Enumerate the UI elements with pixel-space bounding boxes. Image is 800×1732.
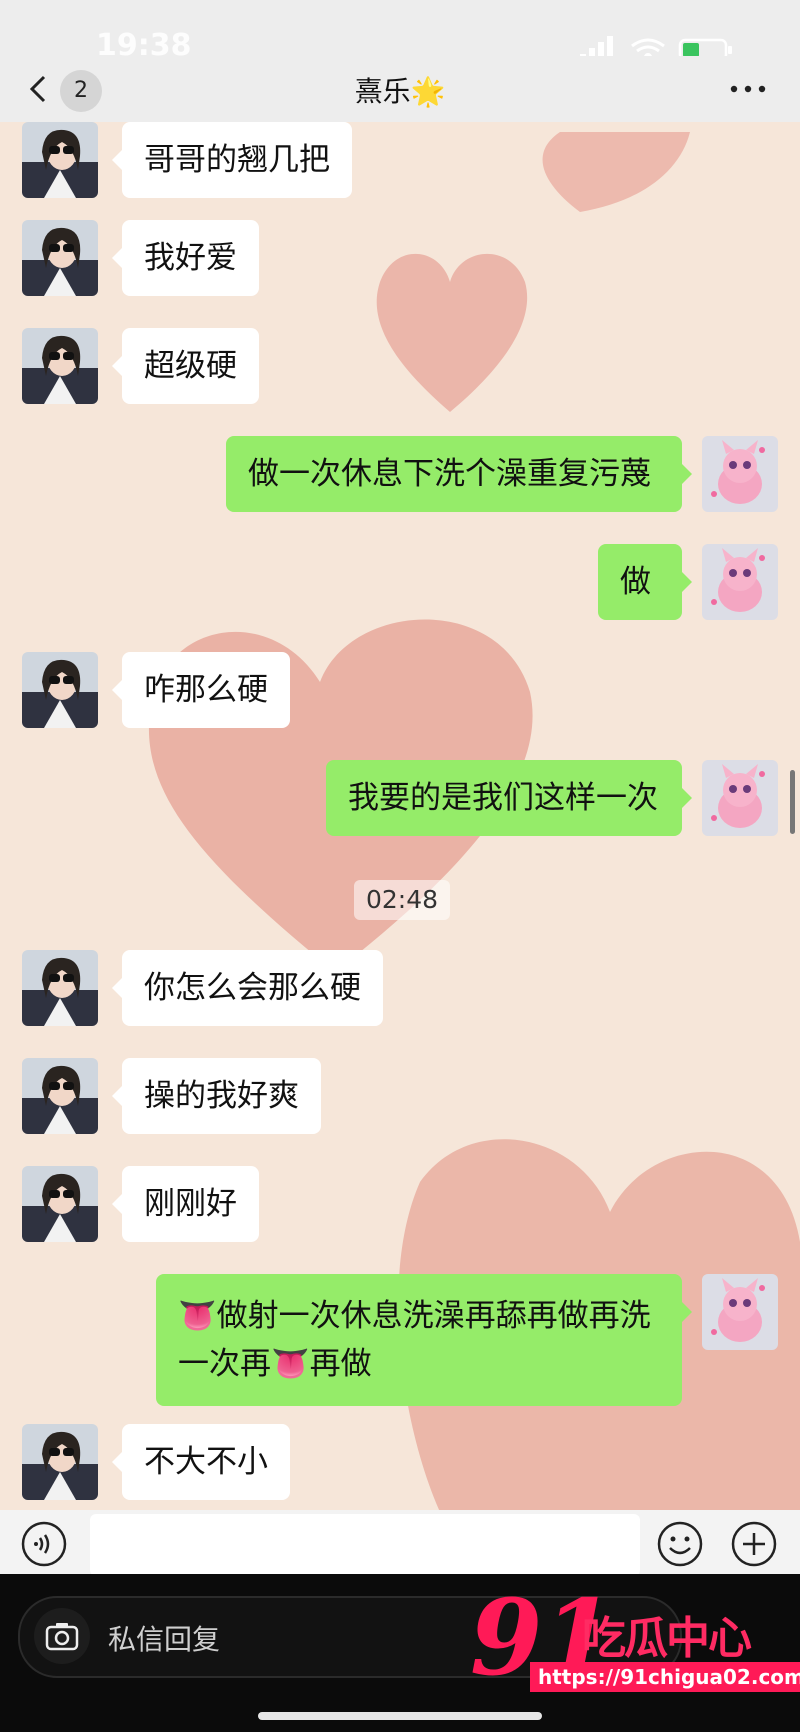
contact-avatar[interactable]: [22, 1424, 98, 1500]
background-heart-decoration: [542, 132, 690, 212]
sent-message-bubble[interactable]: 我要的是我们这样一次: [326, 760, 692, 836]
logo-url: https://91chigua02.com: [530, 1662, 800, 1692]
sent-message-bubble[interactable]: 做: [598, 544, 692, 620]
reply-placeholder: 私信回复: [108, 1623, 221, 1656]
received-message-bubble[interactable]: 超级硬: [112, 328, 259, 404]
received-message-bubble[interactable]: 你怎么会那么硬: [112, 950, 383, 1026]
message-input[interactable]: [90, 1514, 640, 1576]
voice-icon[interactable]: [20, 1520, 68, 1568]
more-icon[interactable]: [728, 74, 768, 104]
status-bar: 19:38: [0, 0, 800, 63]
my-avatar[interactable]: [702, 436, 778, 512]
sent-message-bubble[interactable]: 👅做射一次休息洗澡再舔再做再洗 一次再👅再做: [156, 1274, 692, 1406]
contact-avatar[interactable]: [22, 122, 98, 198]
logo-text: 吃瓜中心: [582, 1613, 752, 1664]
my-avatar[interactable]: [702, 760, 778, 836]
sent-message-bubble[interactable]: 做一次休息下洗个澡重复污蔑: [226, 436, 692, 512]
chat-header: 2 熹乐🌟: [0, 56, 800, 122]
received-message-bubble[interactable]: 刚刚好: [112, 1166, 259, 1242]
timestamp-separator: 02:48: [354, 880, 451, 920]
received-message-bubble[interactable]: 哥哥的翘几把: [112, 122, 352, 198]
bottom-overlay: 私信回复 91 吃瓜中心 https://91chigua02.com: [0, 1574, 800, 1732]
my-avatar[interactable]: [702, 544, 778, 620]
contact-avatar[interactable]: [22, 1058, 98, 1134]
background-heart-decoration: [376, 253, 528, 412]
plus-icon[interactable]: [730, 1520, 778, 1568]
chat-title: 熹乐🌟: [354, 75, 446, 108]
contact-avatar[interactable]: [22, 652, 98, 728]
received-message-bubble[interactable]: 我好爱: [112, 220, 259, 296]
contact-avatar[interactable]: [22, 328, 98, 404]
message-line: 👅做射一次休息洗澡再舔再做再洗: [178, 1298, 651, 1334]
input-toolbar: [0, 1510, 800, 1576]
emoji-icon[interactable]: [656, 1520, 704, 1568]
contact-avatar[interactable]: [22, 1166, 98, 1242]
chat-area[interactable]: 哥哥的翘几把 我好爱超级硬做一次休息下洗个澡重复污蔑做咋那么硬 我要的是我们这样一次…: [0, 122, 800, 1510]
received-message-bubble[interactable]: 不大不小: [112, 1424, 290, 1500]
camera-button[interactable]: [34, 1608, 90, 1664]
message-line: 一次再👅再做: [178, 1346, 372, 1382]
scrollbar[interactable]: [790, 770, 795, 834]
received-message-bubble[interactable]: 咋那么硬: [112, 652, 290, 728]
contact-avatar[interactable]: [22, 220, 98, 296]
site-logo: 91 吃瓜中心 https://91chigua02.com: [470, 1576, 800, 1699]
contact-avatar[interactable]: [22, 950, 98, 1026]
camera-icon: [45, 1623, 79, 1651]
home-indicator[interactable]: [258, 1712, 542, 1720]
my-avatar[interactable]: [702, 1274, 778, 1350]
received-message-bubble[interactable]: 操的我好爽: [112, 1058, 321, 1134]
